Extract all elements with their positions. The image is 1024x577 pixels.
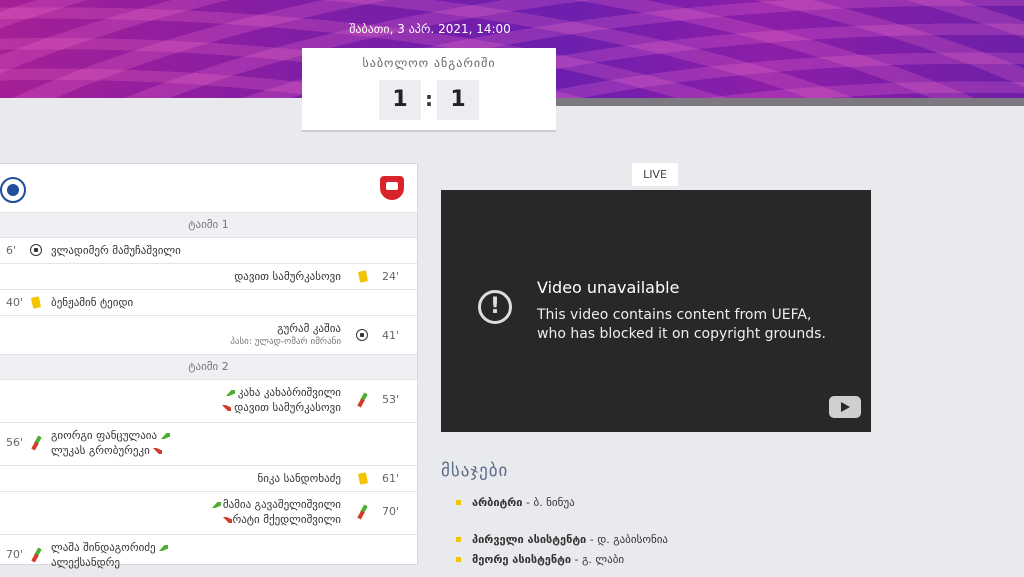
referee-role: მეორე ასისტენტი [472,553,572,566]
event-player[interactable]: ვლადიმერ მამუჩაშვილი [51,244,181,257]
alert-icon: ! [478,290,512,324]
event-minute: 70' [382,505,400,518]
event-row: ნიკა სანდოხაძე 61' [0,466,417,492]
player-in[interactable]: გიორგი ფანცულაია [51,429,157,442]
sub-out-arrow-icon [223,517,232,523]
period-header: ტაიმი 1 [0,213,417,238]
event-row: გურამ კაშია პასი: ულად-ომარ იმრანი 41' [0,316,417,355]
events-header [0,164,417,213]
substitution-icon [30,435,44,451]
player-out[interactable]: რატი მქედლიშვილი [232,513,341,526]
player-out[interactable]: ალექსანდრე [51,556,120,569]
scoreboard: საბოლოო ანგარიში 1 : 1 [302,48,556,132]
event-minute: 70' [6,548,24,561]
event-row: 70' ლაშა შინდაგორიძე ალექსანდრე [0,535,417,577]
substitution-icon [356,392,370,408]
substitution-icon [30,547,44,563]
live-badge[interactable]: LIVE [632,163,678,186]
referee-item: მეორე ასისტენტი - გ. ლაბი [456,553,624,566]
referee-role: პირველი ასისტენტი [472,533,587,546]
event-row: 56' გიორგი ფანცულაია ლუკას გრობურეკი [0,423,417,466]
referee-name: დ. გაბისონია [597,533,668,546]
event-minute: 41' [382,329,400,342]
sub-out-arrow-icon [222,405,231,411]
home-score: 1 [379,80,421,120]
event-player[interactable]: ბენჟამინ ტეიდი [51,296,133,309]
sub-in-arrow-icon [226,390,235,396]
event-minute: 61' [382,472,400,485]
player-out[interactable]: დავით სამურკასოვი [234,401,341,414]
sub-out-arrow-icon [153,448,162,454]
yellow-card-icon [357,270,369,283]
event-minute: 56' [6,436,24,449]
referee-item: არბიტრი - ბ. ნინუა [456,496,575,509]
match-date: შაბათი, 3 აპრ. 2021, 14:00 [349,22,511,36]
period-header: ტაიმი 2 [0,355,417,380]
score-title: საბოლოო ანგარიში [362,56,496,70]
away-score: 1 [437,80,479,120]
video-title: Video unavailable [537,278,680,297]
header-divider [556,98,1024,106]
referee-name: ბ. ნინუა [533,496,575,509]
referee-role: არბიტრი [472,496,523,509]
referees-title: მსაჯები [441,461,509,481]
youtube-icon[interactable] [829,396,861,418]
home-team-crest-icon[interactable] [0,177,26,203]
player-in[interactable]: მამია გავაშელიშვილი [223,498,341,511]
event-player[interactable]: ნიკა სანდოხაძე [257,472,341,485]
event-row: 6' ვლადიმერ მამუჩაშვილი [0,238,417,264]
event-minute: 6' [6,244,17,257]
score-separator: : [425,87,433,111]
event-player[interactable]: გურამ კაშია [277,322,341,335]
sub-in-arrow-icon [212,502,221,508]
event-minute: 24' [382,270,400,283]
video-message: This video contains content from UEFA, w… [537,307,826,342]
sub-in-arrow-icon [161,433,170,439]
player-in[interactable]: ლაშა შინდაგორიძე [51,541,156,554]
video-player[interactable]: ! Video unavailable This video contains … [441,190,871,432]
goal-icon [356,329,368,341]
event-row: დავით სამურკასოვი 24' [0,264,417,290]
event-minute: 40' [6,296,24,309]
player-out[interactable]: ლუკას გრობურეკი [51,444,150,457]
sub-in-arrow-icon [159,545,168,551]
referee-item: პირველი ასისტენტი - დ. გაბისონია [456,533,668,546]
goal-icon [30,244,42,256]
event-assist: პასი: ულად-ომარ იმრანი [230,337,341,347]
match-events-panel: ტაიმი 1 6' ვლადიმერ მამუჩაშვილი დავით სა… [0,163,418,569]
player-in[interactable]: კახა კახაბრიშვილი [238,386,341,399]
event-player[interactable]: დავით სამურკასოვი [234,270,341,283]
yellow-card-icon [30,296,42,309]
substitution-icon [356,504,370,520]
yellow-card-icon [357,472,369,485]
event-minute: 53' [382,393,400,406]
event-row: 40' ბენჟამინ ტეიდი [0,290,417,316]
referee-name: გ. ლაბი [582,553,625,566]
event-row: მამია გავაშელიშვილი რატი მქედლიშვილი 70' [0,492,417,535]
away-team-crest-icon[interactable] [380,176,404,200]
event-row: კახა კახაბრიშვილი დავით სამურკასოვი 53' [0,380,417,423]
